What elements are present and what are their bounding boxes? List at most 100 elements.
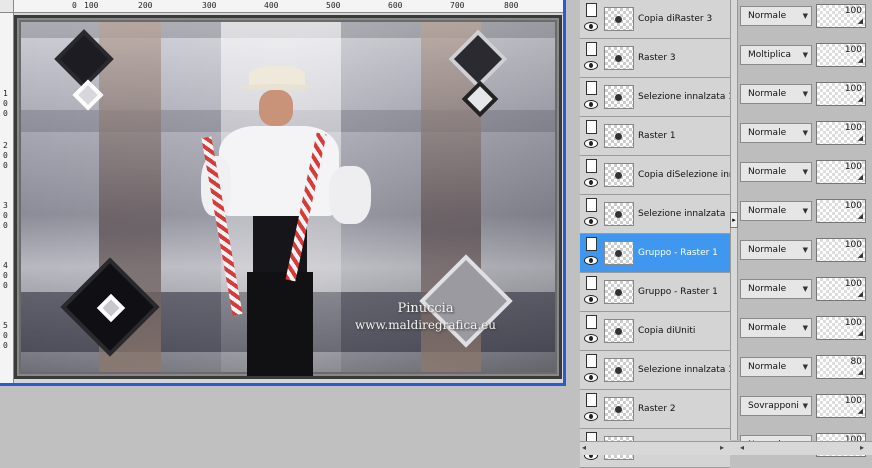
layer-thumbnail (604, 202, 634, 226)
layer-thumbnail (604, 397, 634, 421)
resize-handle-icon[interactable]: ◢ (858, 56, 863, 64)
scroll-arrow-icon[interactable]: ▸ (730, 212, 738, 228)
ruler-label: 200 (138, 1, 153, 10)
resize-handle-icon[interactable]: ◢ (858, 290, 863, 298)
blend-mode-select[interactable]: Moltiplica ▼ (740, 45, 812, 65)
layer-page-icon[interactable] (586, 354, 597, 368)
image-canvas[interactable]: Pinuccia www.maldiregrafica.eu (14, 15, 562, 379)
layers-scrollbar[interactable]: ▸ (730, 0, 738, 440)
layer-row[interactable]: Selezione innalzata 1 (580, 78, 730, 117)
eye-icon[interactable] (584, 373, 598, 382)
layer-page-icon[interactable] (586, 120, 597, 134)
blend-mode-select[interactable]: Normale ▼ (740, 6, 812, 26)
opacity-slider[interactable]: 100◢ (816, 4, 866, 28)
scroll-right-icon[interactable]: ▸ (860, 443, 864, 452)
layer-blend-row: Normale ▼ 100◢ (738, 273, 872, 312)
resize-handle-icon[interactable]: ◢ (858, 329, 863, 337)
scroll-left-icon[interactable]: ◂ (740, 443, 744, 452)
layer-page-icon[interactable] (586, 81, 597, 95)
blend-mode-select[interactable]: Normale ▼ (740, 279, 812, 299)
layer-page-icon[interactable] (586, 3, 597, 17)
eye-icon[interactable] (584, 256, 598, 265)
layer-row[interactable]: Raster 2 (580, 390, 730, 429)
ruler-label: 0 (3, 99, 8, 108)
resize-handle-icon[interactable]: ◢ (858, 212, 863, 220)
chevron-down-icon[interactable]: ▼ (803, 46, 808, 64)
layer-row[interactable]: Copia diUniti (580, 312, 730, 351)
chevron-down-icon[interactable]: ▼ (803, 280, 808, 298)
opacity-slider[interactable]: 80 ◢ (816, 355, 866, 379)
layer-thumbnail (604, 358, 634, 382)
chevron-down-icon[interactable]: ▼ (803, 397, 808, 415)
opacity-slider[interactable]: 100◢ (816, 160, 866, 184)
eye-icon[interactable] (584, 178, 598, 187)
eye-icon[interactable] (584, 334, 598, 343)
resize-handle-icon[interactable]: ◢ (858, 251, 863, 259)
thumbnail-mark (615, 172, 622, 179)
layer-row[interactable]: Selezione innalzata 3 (580, 351, 730, 390)
scroll-right-icon[interactable]: ▸ (720, 443, 724, 452)
opacity-slider[interactable]: 100◢ (816, 277, 866, 301)
eye-icon[interactable] (584, 412, 598, 421)
layer-visibility (580, 0, 602, 38)
chevron-down-icon[interactable]: ▼ (803, 7, 808, 25)
resize-handle-icon[interactable]: ◢ (858, 368, 863, 376)
opacity-slider[interactable]: 100◢ (816, 121, 866, 145)
chevron-down-icon[interactable]: ▼ (803, 124, 808, 142)
chevron-down-icon[interactable]: ▼ (803, 241, 808, 259)
resize-handle-icon[interactable]: ◢ (858, 95, 863, 103)
resize-handle-icon[interactable]: ◢ (858, 134, 863, 142)
layer-page-icon[interactable] (586, 42, 597, 56)
layer-row[interactable]: Copia diRaster 3 (580, 0, 730, 39)
chevron-down-icon[interactable]: ▼ (803, 85, 808, 103)
layer-page-icon[interactable] (586, 237, 597, 251)
layer-visibility (580, 156, 602, 194)
chevron-down-icon[interactable]: ▼ (803, 319, 808, 337)
opacity-slider[interactable]: 100◢ (816, 238, 866, 262)
art-figure (201, 66, 371, 376)
canvas-window[interactable]: 0 100 200 300 400 500 600 700 800 1 0 0 … (0, 0, 566, 386)
blend-mode-select[interactable]: Normale ▼ (740, 318, 812, 338)
layer-row[interactable]: Selezione innalzata (580, 195, 730, 234)
panel-horizontal-scrollbar[interactable]: ◂ ▸ ◂ ▸ (580, 441, 872, 455)
layer-page-icon[interactable] (586, 198, 597, 212)
layer-row[interactable]: Gruppo - Raster 1 (580, 234, 730, 273)
eye-icon[interactable] (584, 100, 598, 109)
blend-mode-select[interactable]: Normale ▼ (740, 123, 812, 143)
layer-row[interactable]: Copia diSelezione inna (580, 156, 730, 195)
opacity-slider[interactable]: 100◢ (816, 82, 866, 106)
opacity-slider[interactable]: 100◢ (816, 394, 866, 418)
resize-handle-icon[interactable]: ◢ (858, 173, 863, 181)
blend-mode-select[interactable]: Normale ▼ (740, 84, 812, 104)
eye-icon[interactable] (584, 61, 598, 70)
layer-name: Selezione innalzata 1 (638, 92, 730, 102)
layer-row[interactable]: Raster 3 (580, 39, 730, 78)
eye-icon[interactable] (584, 295, 598, 304)
blend-mode-select[interactable]: Sovrapponi ▼ (740, 396, 812, 416)
layer-page-icon[interactable] (586, 393, 597, 407)
blend-mode-select[interactable]: Normale ▼ (740, 240, 812, 260)
layer-thumbnail (604, 163, 634, 187)
resize-handle-icon[interactable]: ◢ (858, 407, 863, 415)
opacity-slider[interactable]: 100◢ (816, 43, 866, 67)
layer-page-icon[interactable] (586, 315, 597, 329)
blend-mode-select[interactable]: Normale ▼ (740, 201, 812, 221)
scroll-left-icon[interactable]: ◂ (582, 443, 586, 452)
eye-icon[interactable] (584, 217, 598, 226)
chevron-down-icon[interactable]: ▼ (803, 358, 808, 376)
chevron-down-icon[interactable]: ▼ (803, 202, 808, 220)
blend-mode-select[interactable]: Normale ▼ (740, 357, 812, 377)
eye-icon[interactable] (584, 22, 598, 31)
eye-icon[interactable] (584, 139, 598, 148)
chevron-down-icon[interactable]: ▼ (803, 163, 808, 181)
resize-handle-icon[interactable]: ◢ (858, 17, 863, 25)
opacity-slider[interactable]: 100◢ (816, 199, 866, 223)
blend-mode-select[interactable]: Normale ▼ (740, 162, 812, 182)
layer-row[interactable]: Raster 1 (580, 117, 730, 156)
layer-row[interactable]: Gruppo - Raster 1 (580, 273, 730, 312)
layer-page-icon[interactable] (586, 276, 597, 290)
opacity-slider[interactable]: 100◢ (816, 316, 866, 340)
ruler-label: 2 (3, 141, 8, 150)
layer-thumbnail (604, 124, 634, 148)
layer-page-icon[interactable] (586, 159, 597, 173)
